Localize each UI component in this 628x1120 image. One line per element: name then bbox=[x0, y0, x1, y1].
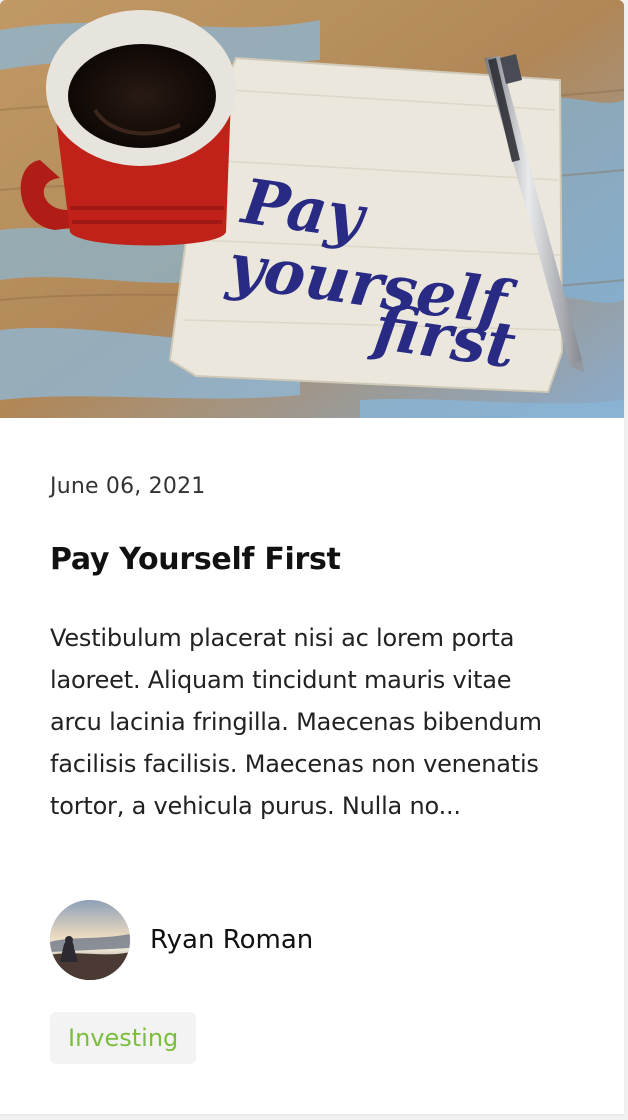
post-author[interactable]: Ryan Roman bbox=[50, 900, 313, 980]
post-title[interactable]: Pay Yourself First bbox=[50, 542, 341, 577]
author-avatar[interactable] bbox=[50, 900, 130, 980]
avatar-photo-icon bbox=[50, 900, 130, 980]
category-tag[interactable]: Investing bbox=[50, 1012, 197, 1064]
blog-post-card[interactable]: Pay yourself first June 06, 2021 Pay You… bbox=[0, 0, 624, 1114]
post-date: June 06, 2021 bbox=[50, 474, 206, 499]
coffee-napkin-illustration: Pay yourself first bbox=[0, 0, 624, 418]
post-hero-image[interactable]: Pay yourself first bbox=[0, 0, 624, 418]
author-name[interactable]: Ryan Roman bbox=[150, 925, 313, 955]
post-excerpt: Vestibulum placerat nisi ac lorem porta … bbox=[50, 624, 542, 820]
